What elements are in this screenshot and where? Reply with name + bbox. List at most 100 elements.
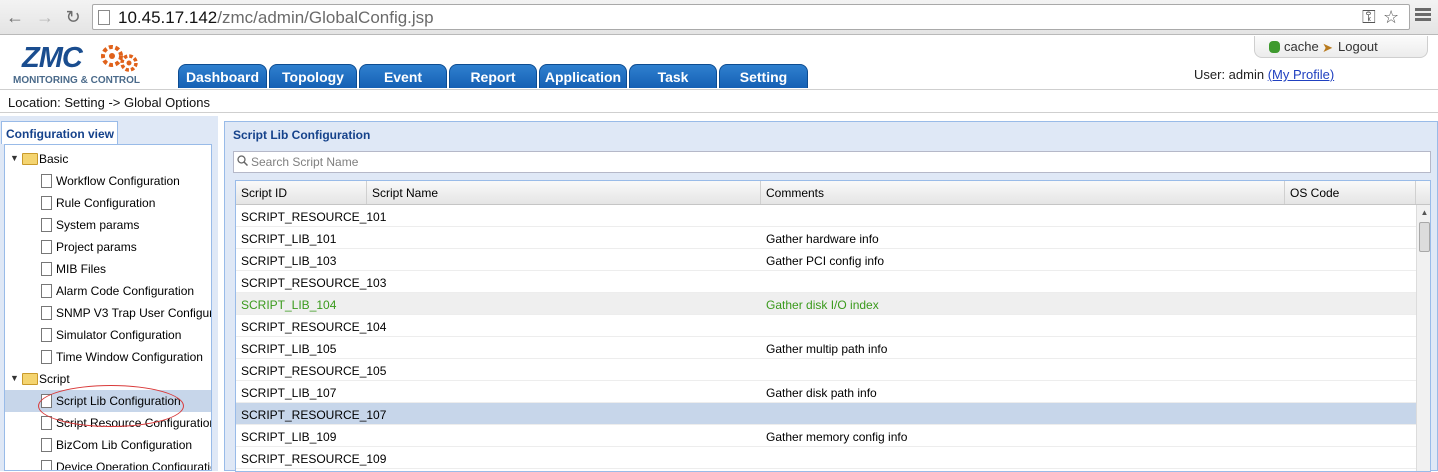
table-row[interactable]: SCRIPT_RESOURCE_109 bbox=[236, 447, 1416, 469]
search-icon bbox=[237, 155, 248, 166]
cell-comments: Gather memory config info bbox=[766, 430, 908, 444]
scroll-up-arrow-icon[interactable]: ▲ bbox=[1417, 205, 1430, 221]
address-bar[interactable]: 10.45.17.142/zmc/admin/GlobalConfig.jsp … bbox=[92, 4, 1410, 30]
table-row[interactable]: SCRIPT_LIB_109 Gather memory config info bbox=[236, 425, 1416, 447]
browser-toolbar: ← → ↻ 10.45.17.142/zmc/admin/GlobalConfi… bbox=[0, 0, 1438, 35]
cell-script-id: SCRIPT_RESOURCE_103 bbox=[241, 276, 387, 290]
tree-label: Time Window Configuration bbox=[56, 350, 203, 364]
logout-link[interactable]: Logout bbox=[1338, 39, 1378, 54]
column-header-script-id[interactable]: Script ID bbox=[236, 181, 367, 204]
script-lib-panel: Script Lib Configuration Script ID Scrip… bbox=[224, 121, 1438, 472]
tree-item-time-window-configuration[interactable]: Time Window Configuration bbox=[5, 346, 211, 368]
document-icon bbox=[41, 262, 52, 276]
tab-setting[interactable]: Setting bbox=[719, 64, 808, 88]
tree-label: SNMP V3 Trap User Configuratio bbox=[56, 306, 211, 320]
document-icon bbox=[41, 284, 52, 298]
tab-report[interactable]: Report bbox=[449, 64, 537, 88]
tab-dashboard[interactable]: Dashboard bbox=[178, 64, 267, 88]
tree-label: Basic bbox=[39, 152, 69, 166]
back-arrow-icon[interactable]: ← bbox=[4, 6, 26, 28]
cache-link[interactable]: cache bbox=[1284, 39, 1319, 54]
tree-item-device-operation-configuration[interactable]: Device Operation Configuration bbox=[5, 456, 212, 471]
grid-header: Script ID Script Name Comments OS Code bbox=[236, 181, 1430, 205]
tree-folder-basic[interactable]: ▼ Basic bbox=[5, 148, 211, 170]
bookmark-star-icon[interactable]: ☆ bbox=[1383, 7, 1399, 28]
expand-toggle-icon[interactable]: ▼ bbox=[10, 153, 19, 163]
tree-item-project-params[interactable]: Project params bbox=[5, 236, 211, 258]
document-icon bbox=[41, 240, 52, 254]
tree-label: Alarm Code Configuration bbox=[56, 284, 195, 298]
browser-menu-icon[interactable] bbox=[1415, 8, 1431, 24]
expand-toggle-icon[interactable]: ▼ bbox=[10, 373, 19, 383]
document-icon bbox=[41, 328, 52, 342]
gears-logo-icon bbox=[101, 45, 138, 72]
table-row[interactable]: SCRIPT_RESOURCE_105 bbox=[236, 359, 1416, 381]
table-row-selected[interactable]: SCRIPT_RESOURCE_107 bbox=[236, 403, 1416, 425]
folder-icon bbox=[22, 153, 38, 165]
cell-script-id: SCRIPT_RESOURCE_101 bbox=[241, 210, 387, 224]
tab-event[interactable]: Event bbox=[359, 64, 447, 88]
forward-arrow-icon[interactable]: → bbox=[34, 6, 56, 28]
red-ellipse-annotation bbox=[38, 385, 184, 427]
tree-label: Project params bbox=[56, 240, 137, 254]
tree-label: Script bbox=[39, 372, 70, 386]
logout-signpost-icon: ➤ bbox=[1322, 40, 1333, 55]
tree-item-system-params[interactable]: System params bbox=[5, 214, 211, 236]
breadcrumb: Location: Setting -> Global Options bbox=[0, 89, 1438, 113]
table-row-hovered[interactable]: SCRIPT_LIB_104 Gather disk I/O index bbox=[236, 293, 1416, 315]
scrollbar-thumb[interactable] bbox=[1419, 222, 1430, 252]
cell-script-id: SCRIPT_RESOURCE_104 bbox=[241, 320, 387, 334]
table-row[interactable]: SCRIPT_LIB_107 Gather disk path info bbox=[236, 381, 1416, 403]
tree-label: Device Operation Configuration bbox=[56, 460, 212, 471]
document-icon bbox=[41, 350, 52, 364]
cell-script-id: SCRIPT_RESOURCE_109 bbox=[241, 452, 387, 466]
column-header-comments[interactable]: Comments bbox=[761, 181, 1285, 204]
column-header-os-code[interactable]: OS Code bbox=[1285, 181, 1416, 204]
table-row[interactable]: SCRIPT_LIB_105 Gather multip path info bbox=[236, 337, 1416, 359]
url-host: 10.45.17.142 bbox=[118, 8, 218, 27]
cell-comments: Gather multip path info bbox=[766, 342, 888, 356]
tree-label: BizCom Lib Configuration bbox=[56, 438, 193, 452]
column-header-script-name[interactable]: Script Name bbox=[367, 181, 761, 204]
tree-label: Workflow Configuration bbox=[56, 174, 180, 188]
table-row[interactable]: SCRIPT_RESOURCE_101 bbox=[236, 205, 1416, 227]
cell-comments: Gather hardware info bbox=[766, 232, 879, 246]
cell-script-id: SCRIPT_RESOURCE_107 bbox=[241, 408, 387, 422]
reload-icon[interactable]: ↻ bbox=[62, 6, 84, 28]
tree-item-rule-configuration[interactable]: Rule Configuration bbox=[5, 192, 211, 214]
user-info: User: admin (My Profile) bbox=[1194, 67, 1334, 82]
tab-configuration-view[interactable]: Configuration view bbox=[1, 121, 118, 144]
folder-icon bbox=[22, 373, 38, 385]
logo-subtitle: MONITORING & CONTROL bbox=[13, 75, 141, 86]
tab-task[interactable]: Task bbox=[629, 64, 717, 88]
tree-item-alarm-code-configuration[interactable]: Alarm Code Configuration bbox=[5, 280, 211, 302]
key-icon[interactable]: ⚿ bbox=[1362, 7, 1376, 28]
document-icon bbox=[41, 306, 52, 320]
tab-topology[interactable]: Topology bbox=[269, 64, 357, 88]
grid-vertical-scrollbar[interactable]: ▲ bbox=[1416, 205, 1430, 471]
tree-label: Simulator Configuration bbox=[56, 328, 182, 342]
tree-item-mib-files[interactable]: MIB Files bbox=[5, 258, 211, 280]
panel-title: Script Lib Configuration bbox=[233, 128, 371, 142]
table-row[interactable]: SCRIPT_RESOURCE_103 bbox=[236, 271, 1416, 293]
cell-script-id: SCRIPT_LIB_101 bbox=[241, 232, 337, 246]
tree-item-simulator-configuration[interactable]: Simulator Configuration bbox=[5, 324, 211, 346]
tree-item-snmp-v3-trap-user[interactable]: SNMP V3 Trap User Configuratio bbox=[5, 302, 211, 324]
page-icon bbox=[98, 10, 110, 25]
cell-comments: Gather PCI config info bbox=[766, 254, 885, 268]
tree-item-bizcom-lib-configuration[interactable]: BizCom Lib Configuration bbox=[5, 434, 211, 456]
document-icon bbox=[41, 196, 52, 210]
table-row[interactable]: SCRIPT_LIB_101 Gather hardware info bbox=[236, 227, 1416, 249]
tab-application[interactable]: Application bbox=[539, 64, 627, 88]
cell-script-id: SCRIPT_RESOURCE_105 bbox=[241, 364, 387, 378]
search-box[interactable] bbox=[233, 151, 1431, 173]
cell-script-id: SCRIPT_LIB_105 bbox=[241, 342, 337, 356]
table-row[interactable]: SCRIPT_LIB_103 Gather PCI config info bbox=[236, 249, 1416, 271]
table-row[interactable]: SCRIPT_RESOURCE_104 bbox=[236, 315, 1416, 337]
user-label: User: admin bbox=[1194, 67, 1265, 82]
my-profile-link[interactable]: (My Profile) bbox=[1268, 67, 1334, 82]
tree-item-workflow-configuration[interactable]: Workflow Configuration bbox=[5, 170, 211, 192]
search-input[interactable] bbox=[251, 154, 1421, 170]
user-actions-box: cache ➤ Logout bbox=[1254, 36, 1428, 58]
url-text[interactable]: 10.45.17.142/zmc/admin/GlobalConfig.jsp bbox=[118, 8, 434, 28]
